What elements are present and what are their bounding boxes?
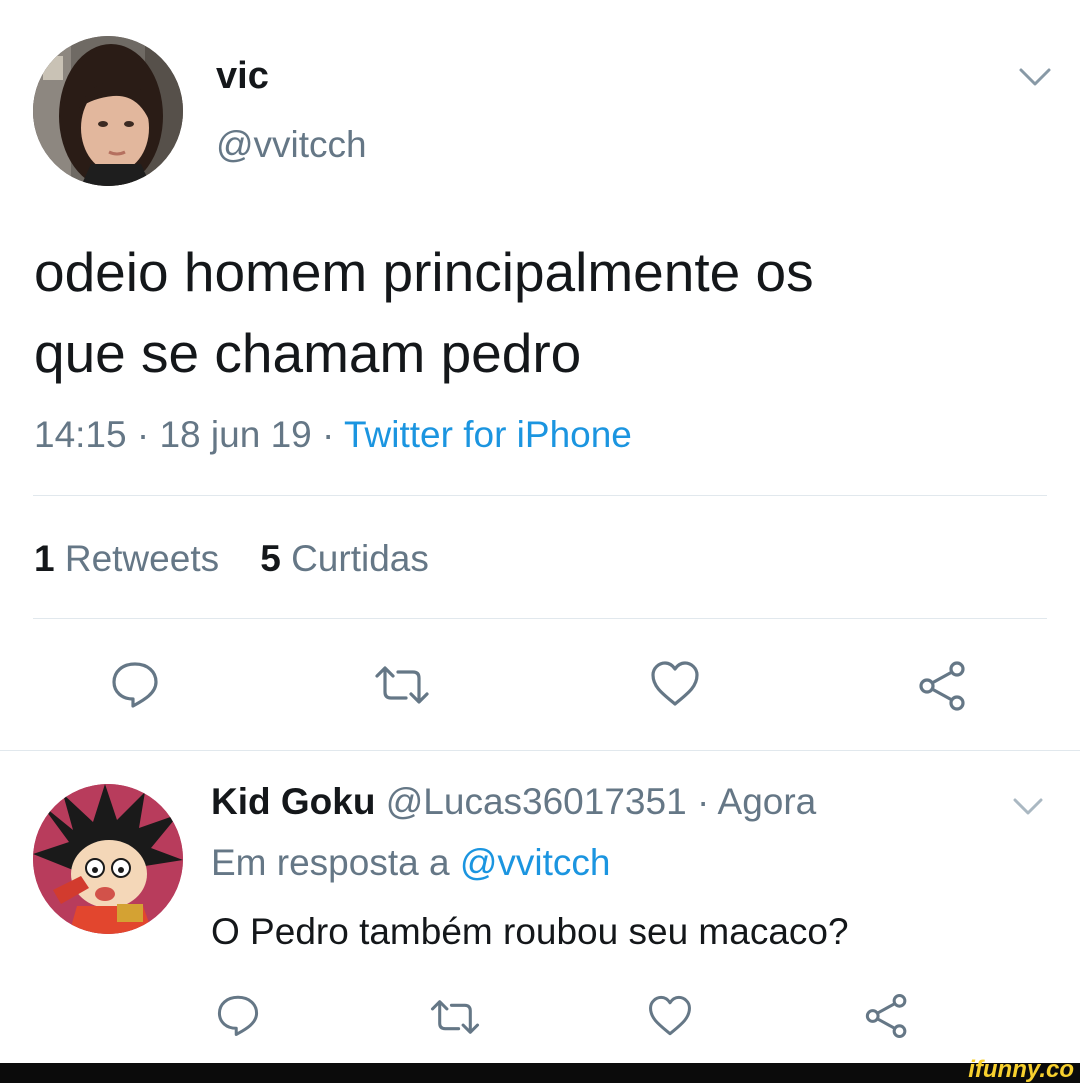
separator: · (696, 781, 710, 822)
reply-text: O Pedro também roubou seu macaco? (211, 911, 849, 952)
reply-header: Kid Goku @Lucas36017351 · Agora (211, 781, 816, 823)
watermark-bar (0, 1063, 1080, 1083)
reply-handle[interactable]: @Lucas36017351 (386, 781, 687, 822)
divider (33, 495, 1047, 496)
replying-to-mention[interactable]: @vvitcch (460, 842, 611, 883)
handle[interactable]: @vvitcch (216, 124, 367, 166)
retweets-stat[interactable]: 1 Retweets (34, 538, 219, 579)
replying-to: Em resposta a @vvitcch (211, 842, 610, 884)
tweet-text-line: que se chamam pedro (34, 322, 582, 384)
share-icon[interactable] (862, 991, 912, 1041)
reply-display-name[interactable]: Kid Goku (211, 781, 375, 822)
display-name[interactable]: vic (216, 55, 269, 98)
divider (0, 750, 1080, 751)
tweet-source-link[interactable]: Twitter for iPhone (344, 414, 632, 455)
retweet-icon[interactable] (372, 662, 432, 708)
ifunny-watermark: ifunny.co (968, 1056, 1074, 1083)
separator: · (136, 414, 150, 455)
share-icon[interactable] (915, 658, 971, 714)
likes-stat[interactable]: 5 Curtidas (260, 538, 429, 579)
retweets-count: 1 (34, 538, 55, 579)
separator: · (322, 414, 335, 455)
tweet-text: odeio homem principalmente os que se cha… (34, 232, 1044, 394)
retweets-label: Retweets (64, 538, 220, 579)
tweet-time: 14:15 (34, 414, 127, 455)
reply-time: Agora (717, 781, 817, 822)
tweet-metadata: 14:15 · 18 jun 19 · Twitter for iPhone (34, 414, 632, 456)
reply-icon[interactable] (109, 658, 161, 710)
tweet-text-line: odeio homem principalmente os (34, 241, 814, 303)
caret-down-icon[interactable] (1010, 795, 1046, 819)
avatar-kid-goku[interactable] (33, 784, 183, 934)
profile-illustration (33, 784, 183, 934)
like-icon[interactable] (647, 994, 693, 1038)
divider (33, 618, 1047, 619)
likes-count: 5 (260, 538, 281, 579)
caret-down-icon[interactable] (1015, 62, 1055, 92)
tweet-date: 18 jun 19 (159, 414, 312, 455)
engagement-counts: 1 Retweets 5 Curtidas (34, 538, 429, 580)
reply-icon[interactable] (215, 992, 261, 1038)
profile-photo (33, 36, 183, 186)
retweet-icon[interactable] (428, 996, 482, 1038)
like-icon[interactable] (649, 660, 701, 708)
avatar-vic[interactable] (33, 36, 183, 186)
replying-to-label: Em resposta a (211, 842, 450, 883)
likes-label: Curtidas (291, 538, 429, 579)
